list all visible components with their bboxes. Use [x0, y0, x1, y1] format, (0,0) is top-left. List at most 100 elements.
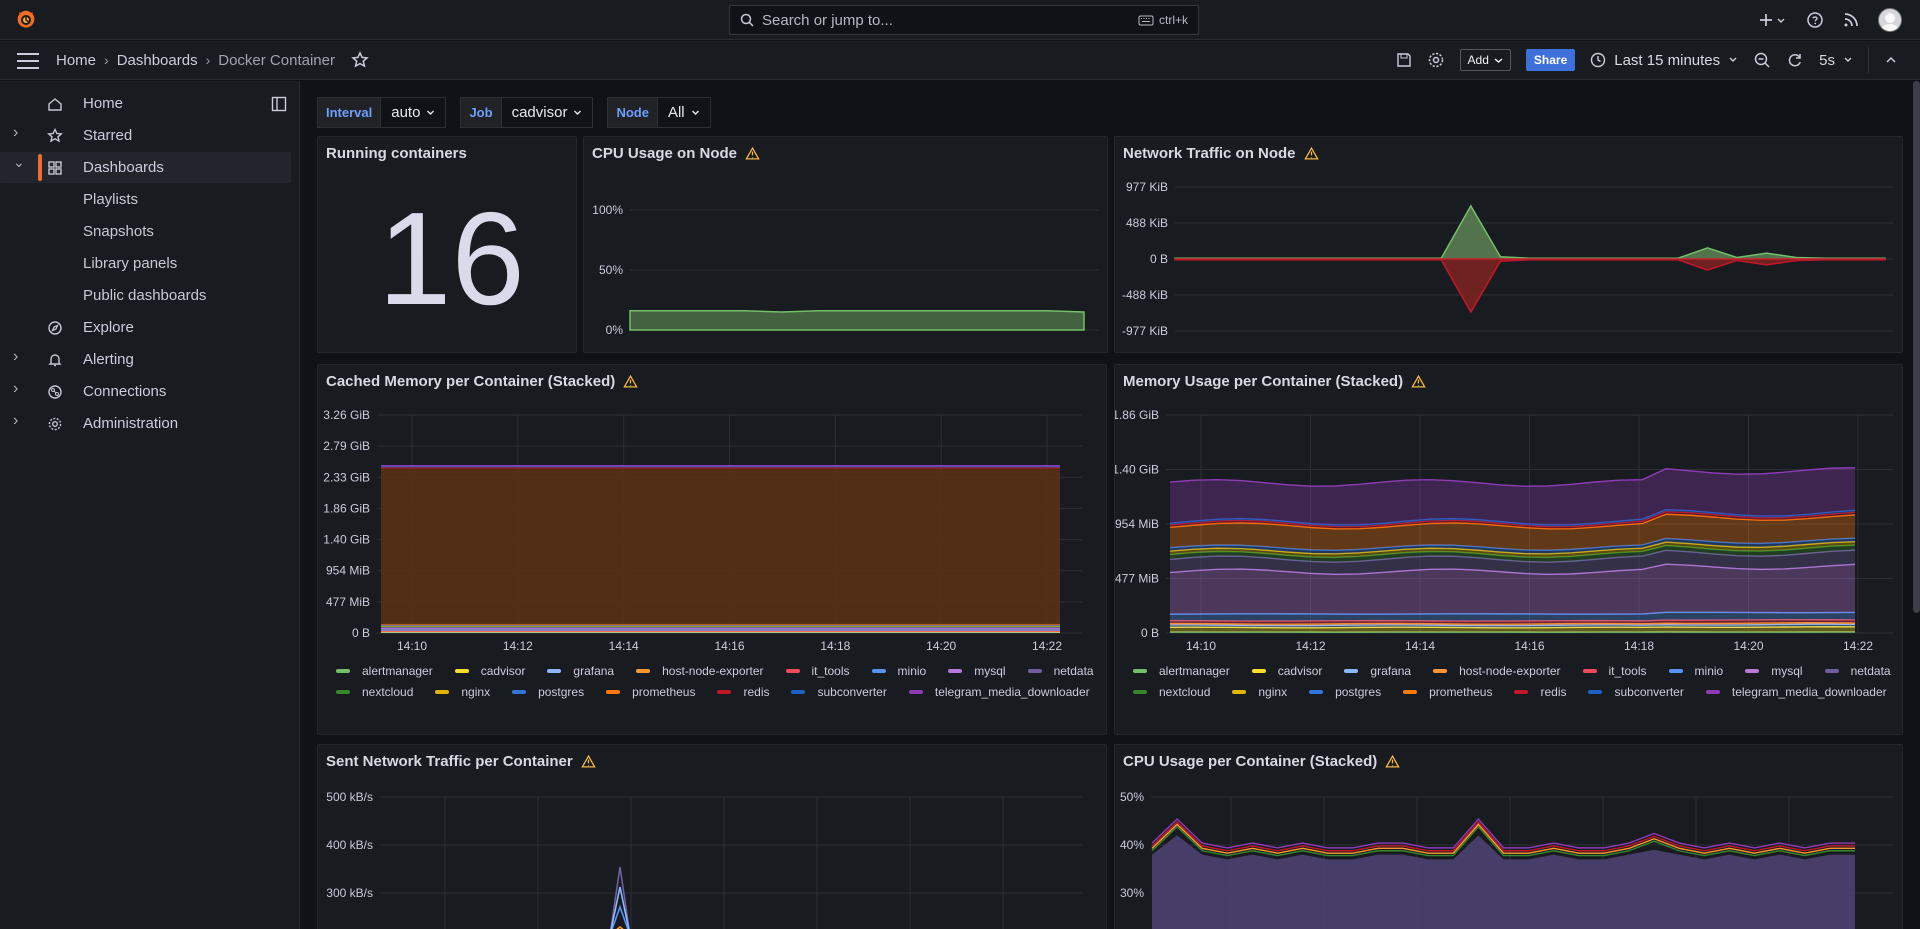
chevron-right-icon[interactable]: › — [13, 348, 18, 366]
legend-item[interactable]: prometheus — [606, 685, 695, 699]
legend-item[interactable]: cadvisor — [454, 664, 525, 678]
menu-hamburger-icon[interactable] — [17, 53, 39, 69]
panel-title: Running containers — [326, 145, 467, 162]
sidebar-item-snapshots[interactable]: Snapshots — [0, 216, 291, 247]
time-range-picker[interactable]: Last 15 minutes — [1590, 52, 1738, 69]
sidebar-item-label: Playlists — [83, 191, 139, 208]
variable-select[interactable]: auto — [381, 96, 447, 128]
chevron-right-icon[interactable]: › — [13, 412, 18, 430]
news-rss-icon[interactable] — [1842, 11, 1860, 29]
chevron-right-icon[interactable]: › — [13, 380, 18, 398]
running-containers-panel[interactable]: Running containers 16 — [317, 136, 577, 353]
network-traffic-node-panel[interactable]: Network Traffic on Node 977 KiB 488 KiB 0 … — [1114, 136, 1903, 353]
y-tick-label: 1.40 GiB — [1115, 463, 1159, 477]
legend-item[interactable]: postgres — [512, 684, 585, 699]
legend-item[interactable]: minio — [1668, 664, 1723, 678]
legend-item[interactable]: subconverter — [791, 685, 887, 699]
legend-item[interactable]: netdata — [1824, 663, 1891, 678]
legend-label: postgres — [538, 684, 585, 699]
legend-item[interactable]: it_tools — [1582, 664, 1647, 678]
legend-item[interactable]: netdata — [1027, 664, 1094, 678]
legend-item[interactable]: telegram_media_downloader — [1705, 684, 1887, 699]
sidebar-item-label: Library panels — [83, 255, 178, 272]
cpu-container-panel[interactable]: CPU Usage per Container (Stacked) 50% 40%… — [1114, 744, 1903, 929]
sidebar-item-playlists[interactable]: Playlists — [0, 184, 291, 215]
cached-memory-panel[interactable]: Cached Memory per Container (Stacked) 3.… — [317, 364, 1107, 735]
refresh-icon[interactable] — [1786, 51, 1804, 69]
page-scrollbar[interactable] — [1913, 81, 1920, 613]
legend-item[interactable]: nginx — [1232, 685, 1287, 699]
legend-item[interactable]: subconverter — [1588, 685, 1684, 699]
sent-network-panel[interactable]: Sent Network Traffic per Container 500 k… — [317, 744, 1107, 929]
legend-item[interactable]: mysql — [948, 664, 1006, 678]
user-avatar[interactable] — [1878, 8, 1902, 32]
keyboard-shortcut: ctrl+k — [1138, 13, 1188, 27]
variable-select[interactable]: cadvisor — [501, 96, 594, 128]
legend-item[interactable]: alertmanager — [1133, 664, 1230, 678]
chevron-down-icon[interactable]: ⌄ — [13, 154, 25, 171]
legend-item[interactable]: postgres — [1309, 685, 1381, 699]
sidebar-item-public-dashboards[interactable]: Public dashboards — [0, 280, 291, 311]
legend-swatch — [547, 668, 562, 673]
legend-item[interactable]: host-node-exporter — [636, 664, 764, 678]
zoom-out-icon[interactable] — [1753, 51, 1771, 69]
variable-label: Node — [607, 96, 658, 128]
legend-item[interactable]: nextcloud — [336, 685, 413, 699]
sidebar-item-explore[interactable]: Explore — [0, 312, 291, 343]
legend-swatch — [948, 668, 963, 673]
legend-item[interactable]: cadvisor — [1251, 664, 1322, 678]
settings-gear-icon[interactable] — [1427, 51, 1445, 69]
network-node-chart: 977 KiB 488 KiB 0 B -488 KiB -977 KiB — [1122, 180, 1893, 338]
legend-item[interactable]: alertmanager — [336, 664, 433, 678]
keyboard-icon — [1138, 15, 1154, 25]
legend-item[interactable]: host-node-exporter — [1433, 664, 1561, 678]
sidebar-item-label: Connections — [83, 383, 167, 400]
breadcrumb-dashboards[interactable]: Dashboards — [117, 52, 198, 69]
sidebar-item-label: Snapshots — [83, 223, 154, 240]
chevron-up-icon[interactable] — [1884, 53, 1898, 67]
y-tick-label: 1.40 GiB — [323, 533, 370, 547]
sidebar-item-library-panels[interactable]: Library panels — [0, 248, 291, 279]
legend-label: telegram_media_downloader — [1731, 684, 1887, 699]
x-tick-label: 14:18 — [820, 639, 850, 653]
save-icon[interactable] — [1396, 52, 1412, 68]
legend-item[interactable]: nextcloud — [1133, 685, 1210, 699]
breadcrumb-current: Docker Container — [218, 51, 335, 69]
chevron-down-icon — [427, 110, 435, 115]
legend-item[interactable]: telegram_media_downloader — [908, 685, 1090, 699]
grafana-logo-icon[interactable] — [14, 9, 38, 33]
refresh-interval-picker[interactable]: 5s — [1819, 52, 1853, 69]
legend-item[interactable]: minio — [871, 664, 926, 678]
memory-usage-panel[interactable]: Memory Usage per Container (Stacked) 1.8… — [1114, 364, 1903, 735]
cpu-usage-node-panel[interactable]: CPU Usage on Node 100% 50% 0% — [583, 136, 1108, 353]
sidebar-item-home[interactable]: Home — [0, 88, 291, 119]
sidebar-item-administration[interactable]: › Administration — [0, 408, 291, 439]
legend-item[interactable]: grafana — [1344, 664, 1411, 678]
add-button[interactable]: Add — [1459, 49, 1511, 71]
legend-item[interactable]: grafana — [547, 663, 615, 678]
legend-item[interactable]: redis — [717, 685, 769, 699]
legend-label: grafana — [573, 663, 615, 678]
dock-menu-icon[interactable] — [271, 96, 287, 112]
share-button[interactable]: Share — [1525, 49, 1576, 71]
chevron-right-icon[interactable]: › — [13, 124, 18, 142]
sidebar-item-dashboards[interactable]: ⌄ Dashboards — [0, 152, 291, 183]
sidebar-item-alerting[interactable]: › Alerting — [0, 344, 291, 375]
legend-item[interactable]: it_tools — [785, 664, 850, 678]
breadcrumb-home[interactable]: Home — [56, 52, 96, 69]
sidebar-item-starred[interactable]: › Starred — [0, 120, 291, 151]
legend-item[interactable]: prometheus — [1403, 685, 1492, 699]
sidebar-item-connections[interactable]: › Connections — [0, 376, 291, 407]
legend-item[interactable]: mysql — [1745, 664, 1803, 678]
x-tick-label: 14:20 — [1733, 639, 1763, 653]
star-icon[interactable] — [351, 51, 369, 69]
legend-item[interactable]: nginx — [435, 685, 490, 699]
new-plus-icon[interactable] — [1758, 12, 1788, 28]
search-bar[interactable]: Search or jump to... ctrl+k — [729, 5, 1199, 35]
legend-label: netdata — [1850, 663, 1891, 678]
help-icon[interactable] — [1806, 11, 1824, 29]
variable-select[interactable]: All — [657, 96, 711, 128]
top-navigation-bar: Search or jump to... ctrl+k — [0, 0, 1920, 40]
legend-item[interactable]: redis — [1514, 685, 1566, 699]
legend-swatch — [1133, 668, 1147, 673]
